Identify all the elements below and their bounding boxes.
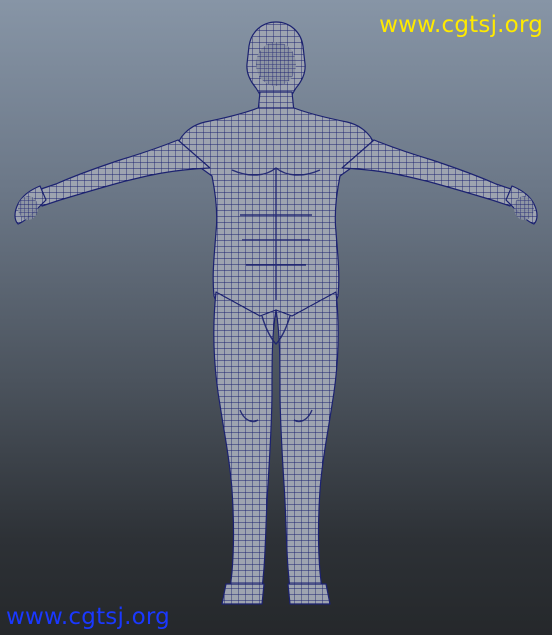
face-detail-mesh xyxy=(256,42,296,86)
left-arm-mesh xyxy=(37,139,211,207)
left-foot-mesh xyxy=(221,583,265,605)
right-arm-mesh xyxy=(341,139,515,207)
left-hand-detail-mesh xyxy=(18,196,38,220)
human-wireframe-model xyxy=(14,21,538,605)
watermark-bottom-left: www.cgtsj.org xyxy=(6,604,170,630)
right-hand-detail-mesh xyxy=(514,196,534,220)
right-foot-mesh xyxy=(287,583,331,605)
left-leg-mesh xyxy=(213,291,277,591)
watermark-top-right: www.cgtsj.org xyxy=(379,12,543,38)
right-leg-mesh xyxy=(275,291,339,591)
3d-viewport[interactable]: www.cgtsj.org www.cgtsj.org xyxy=(0,0,552,635)
